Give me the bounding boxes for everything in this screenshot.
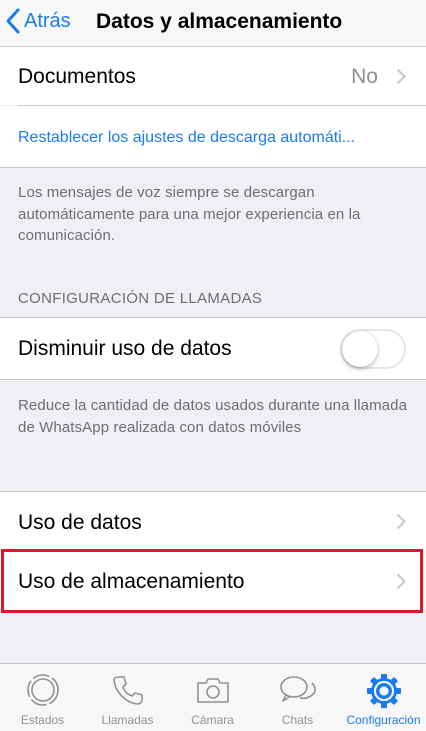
chevron-left-icon [6,8,20,34]
tab-estados[interactable]: Estados [0,664,85,731]
navigation-bar: Atrás Datos y almacenamiento [0,0,426,47]
toggle-knob [342,331,378,367]
chats-icon [279,676,316,702]
tab-llamadas[interactable]: Llamadas [85,664,170,731]
storage-usage-label: Uso de almacenamiento [18,570,245,593]
calls-section-header: CONFIGURACIÓN DE LLAMADAS [18,290,263,307]
tab-camara[interactable]: Cámara [170,664,255,731]
chevron-right-icon [396,573,406,590]
tab-chats[interactable]: Chats [255,664,340,731]
documents-label: Documentos [18,65,136,88]
chevron-right-icon [396,68,406,85]
low-data-usage-label: Disminuir uso de datos [18,337,232,360]
camera-icon [196,678,229,703]
back-label: Atrás [24,9,71,32]
page-title: Datos y almacenamiento [96,10,343,33]
voice-messages-footer: Los mensajes de voz siempre se descargan… [18,184,361,244]
back-button[interactable]: Atrás [6,8,71,34]
separator [0,379,426,380]
tab-configuracion[interactable]: Configuración [341,664,426,731]
storage-usage-row[interactable]: Uso de almacenamiento [0,551,426,611]
low-data-usage-toggle[interactable] [340,329,406,369]
low-data-usage-row: Disminuir uso de datos [0,318,426,379]
reset-auto-download-link[interactable]: Restablecer los ajustes de descarga auto… [18,129,355,147]
tab-label: Estados [20,713,65,727]
tab-bar: Estados Llamadas Cámara Chats Configurac… [0,663,426,731]
calls-footer: Reduce la cantidad de datos usados duran… [18,397,408,436]
data-usage-label: Uso de datos [18,511,142,534]
reset-auto-download-row[interactable]: Restablecer los ajustes de descarga auto… [0,106,426,167]
tab-label: Configuración [346,713,421,727]
data-usage-row[interactable]: Uso de datos [0,492,426,551]
settings-gear-icon [366,674,401,708]
phone-icon [112,676,143,705]
status-icon [26,674,59,706]
tab-label: Cámara [191,713,234,727]
documents-row[interactable]: Documentos No [0,47,426,105]
separator [0,167,426,168]
chevron-right-icon [396,513,406,530]
tab-label: Chats [281,713,314,727]
documents-value: No [351,65,378,88]
tab-label: Llamadas [101,713,154,727]
